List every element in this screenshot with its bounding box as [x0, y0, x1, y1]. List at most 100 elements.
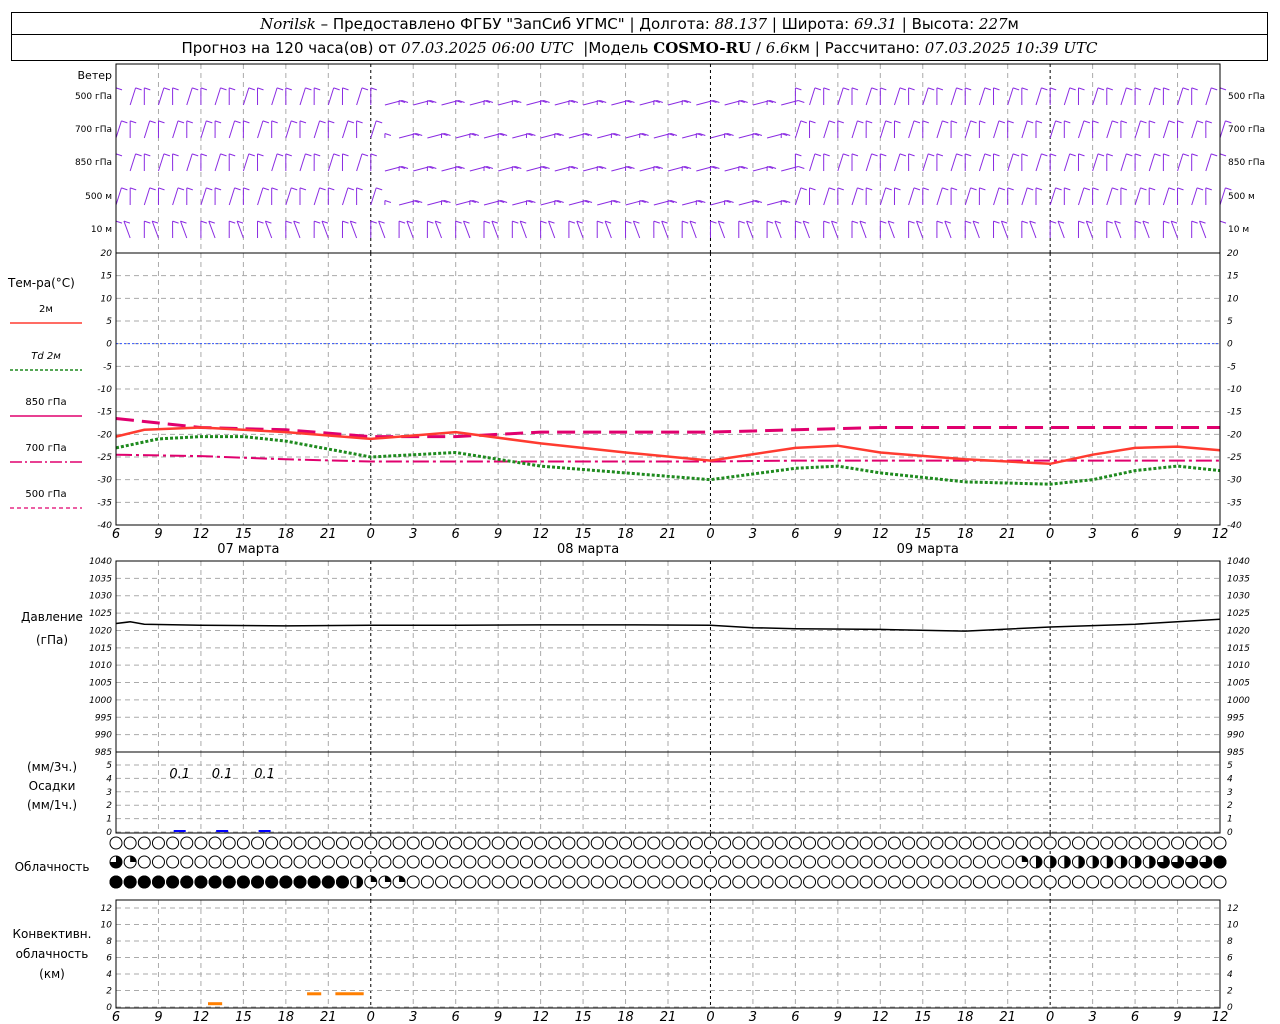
wind-barb [865, 153, 873, 172]
wind-barb [123, 220, 131, 239]
cloud-symbol [420, 836, 434, 850]
pressure-ytick-right: 1010 [1227, 661, 1250, 671]
cloud-symbol [944, 836, 958, 850]
temp-ytick-left: 5 [106, 317, 112, 327]
cloud-symbol [987, 836, 1001, 850]
conv-xtick-label: 0 [367, 1010, 375, 1024]
cloud-symbol [930, 855, 944, 869]
precip-ytick-left: 3 [106, 788, 112, 798]
cloud-fill [137, 875, 151, 889]
cloud-symbol [293, 836, 307, 850]
conv-xtick-label: 9 [154, 1010, 162, 1024]
pressure-ytick-left: 1005 [89, 679, 112, 689]
cloud-symbol [420, 875, 434, 889]
precip-title: Осадки [29, 779, 76, 793]
temp-xtick-label: 3 [409, 527, 417, 542]
wind-barb-flag [342, 153, 349, 157]
wind-barb-flag [1112, 120, 1119, 124]
wind-barb-flag [229, 153, 236, 157]
wind-barb-flag [172, 87, 179, 91]
wind-barb-flag [1092, 120, 1099, 124]
cloud-symbol [576, 875, 590, 889]
cloud-symbol [222, 836, 236, 850]
wind-barb [143, 120, 151, 139]
cloud-symbol [491, 855, 505, 869]
cloud-symbol [307, 836, 321, 850]
conv-xtick-label: 18 [617, 1010, 634, 1024]
cloud-symbol [958, 855, 972, 869]
wind-level-left: 850 гПа [75, 158, 112, 168]
wind-barb [689, 220, 697, 239]
wind-barb [837, 153, 844, 172]
pressure-ytick-left: 1015 [89, 644, 112, 654]
wind-barb-flag [200, 220, 208, 224]
conv-ytick-left: 4 [106, 970, 112, 980]
cloud-symbol [1029, 875, 1043, 889]
cloud-symbol [718, 855, 732, 869]
wind-barb [1021, 187, 1028, 206]
wind-barb-flag [1225, 120, 1232, 124]
wind-barb-flag [965, 153, 972, 157]
wind-barb [879, 120, 887, 139]
wind-barb-flag [130, 187, 137, 191]
cloud-symbol [633, 855, 647, 869]
wind-barb-flag [1041, 153, 1048, 157]
cloud-symbol [661, 855, 675, 869]
wind-barb-flag [908, 153, 915, 157]
wind-barb-flag [1106, 220, 1113, 224]
conv-xtick-label: 18 [278, 1010, 295, 1024]
cloud-symbol [760, 836, 774, 850]
cloud-symbol [208, 855, 222, 869]
wind-barb-flag [291, 187, 298, 191]
temp-xtick-label: 9 [154, 527, 162, 542]
cloud-symbol [1057, 875, 1071, 889]
cloud-symbol [732, 855, 746, 869]
wind-barb-flag [922, 120, 929, 124]
cloud-symbol [1001, 855, 1015, 869]
wind-barb-flag [1149, 120, 1156, 124]
wind-barb-flag [1163, 220, 1170, 224]
precip-value-label: 0.1 [212, 767, 233, 782]
wind-barb-flag [1064, 120, 1071, 124]
cloud-fill [356, 876, 363, 888]
wind-barb-flag [828, 120, 836, 124]
wind-barb-flag [177, 120, 185, 124]
wind-barb [1063, 87, 1071, 106]
wind-barb [746, 220, 754, 239]
wind-barb-flag [837, 120, 844, 124]
wind-barb-flag [851, 87, 859, 91]
cloud-symbol [279, 836, 293, 850]
wind-barb [172, 120, 179, 139]
cloud-symbol [251, 855, 265, 869]
wind-barb [1035, 153, 1042, 172]
wind-barb [236, 220, 244, 239]
wind-barb-flag [1211, 153, 1218, 157]
wind-barb-flag [653, 220, 660, 224]
cloud-symbol [760, 875, 774, 889]
wind-barb-flag [1225, 187, 1232, 191]
wind-barb [993, 120, 1000, 139]
cloud-symbol [335, 836, 349, 850]
cloud-symbol [944, 855, 958, 869]
precip-value-label: 0.1 [254, 767, 275, 782]
precip-ytick-right: 2 [1227, 801, 1233, 811]
cloud-symbol [788, 875, 802, 889]
temp-ytick-left: -20 [97, 430, 112, 440]
cloud-symbol [463, 875, 477, 889]
cloud-symbol [236, 836, 250, 850]
cloud-symbol [1171, 836, 1185, 850]
wind-barb [214, 153, 221, 172]
wind-barb-flag [809, 187, 816, 191]
wind-barb-flag [248, 87, 255, 91]
wind-barb [944, 220, 952, 239]
wind-barb-flag [913, 120, 921, 124]
conv-xtick-label: 3 [1088, 1010, 1096, 1024]
wind-barb [1120, 153, 1127, 172]
wind-barb-flag [115, 87, 123, 91]
wind-barb-flag [305, 87, 312, 91]
conv-xtick-label: 12 [872, 1010, 889, 1024]
wind-barb-flag [177, 187, 185, 191]
cloud-symbol [420, 855, 434, 869]
wind-barb [865, 87, 873, 106]
wind-barb [1035, 87, 1042, 106]
